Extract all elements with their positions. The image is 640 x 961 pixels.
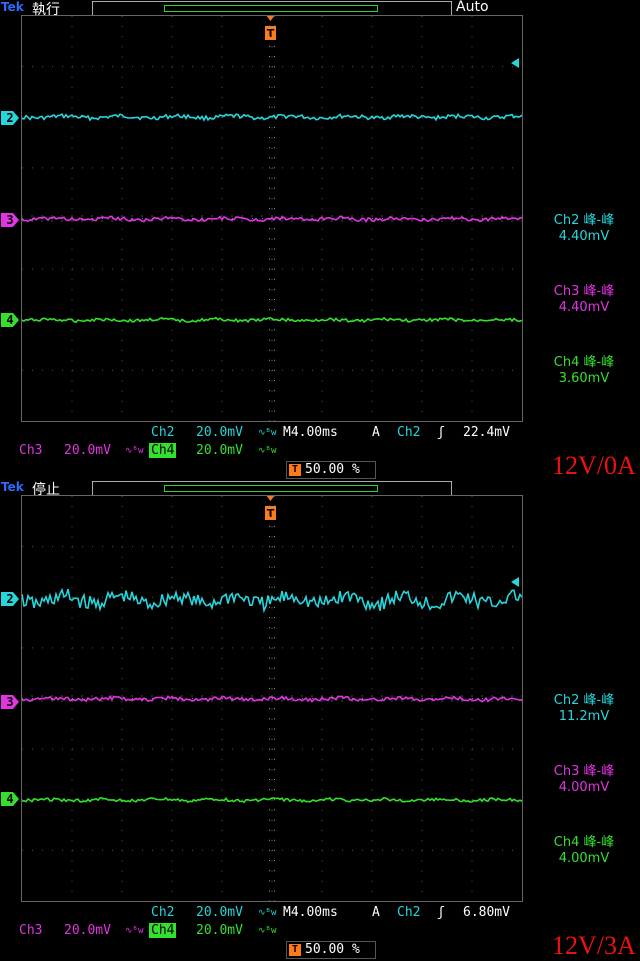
- ch4-trace: [22, 316, 522, 324]
- scope-panel-bottom: Tek 停止 T 2 3 4 Ch2 峰-峰 11.2mV Ch3 峰-峰 4.…: [0, 480, 640, 960]
- measurement-ch4: Ch4 峰-峰 4.00mV: [553, 835, 615, 866]
- ch3-label[interactable]: Ch3: [19, 443, 42, 458]
- trigger-type[interactable]: A: [372, 425, 380, 440]
- ch4-marker[interactable]: 4: [1, 313, 19, 327]
- trigger-position-value: 50.00 %: [305, 462, 360, 477]
- trigger-level[interactable]: 22.4mV: [463, 425, 510, 440]
- record-timeline[interactable]: [92, 481, 452, 496]
- condition-label: 12V/3A: [552, 931, 636, 960]
- coupling-icon: ∿ᴮw: [258, 908, 277, 918]
- status-row-2: Ch3 20.0mV ∿ᴮw Ch4 20.0mV ∿ᴮw: [0, 923, 530, 940]
- ch4-scale[interactable]: 20.0mV: [196, 443, 243, 458]
- trigger-position-readout[interactable]: T 50.00 %: [286, 461, 376, 479]
- ch3-label[interactable]: Ch3: [19, 923, 42, 938]
- timeline-window[interactable]: [164, 485, 378, 492]
- trigger-position-icon: T: [289, 944, 301, 956]
- ch2-label[interactable]: Ch2: [151, 425, 174, 440]
- brand-logo: Tek: [1, 480, 24, 494]
- coupling-icon: ∿ᴮw: [258, 446, 277, 456]
- trigger-level[interactable]: 6.80mV: [463, 905, 510, 920]
- ch2-scale[interactable]: 20.0mV: [196, 905, 243, 920]
- coupling-icon: ∿ᴮw: [125, 446, 144, 456]
- condition-label: 12V/0A: [552, 451, 636, 480]
- ch3-marker[interactable]: 3: [1, 213, 19, 227]
- ch3-trace: [22, 694, 522, 703]
- measurement-ch2: Ch2 峰-峰 11.2mV: [553, 693, 615, 724]
- status-row-2: Ch3 20.0mV ∿ᴮw Ch4 20.0mV ∿ᴮw: [0, 443, 530, 460]
- waveform-graticule[interactable]: [21, 15, 523, 422]
- rising-edge-icon: ʃ: [437, 425, 445, 440]
- record-timeline[interactable]: [92, 1, 452, 16]
- ch2-trace: [22, 587, 522, 614]
- measurement-ch3: Ch3 峰-峰 4.00mV: [553, 764, 615, 795]
- trigger-level-arrow-icon[interactable]: [511, 58, 519, 68]
- ch2-marker[interactable]: 2: [1, 111, 19, 125]
- ch4-label[interactable]: Ch4: [149, 923, 177, 938]
- trigger-source[interactable]: Ch2: [397, 425, 420, 440]
- waveforms-svg: [22, 112, 522, 324]
- ch3-scale[interactable]: 20.0mV: [64, 443, 111, 458]
- waveforms-svg: [22, 587, 522, 804]
- ch3-marker[interactable]: 3: [1, 695, 19, 709]
- waveform-graticule[interactable]: [21, 495, 523, 902]
- ch2-scale[interactable]: 20.0mV: [196, 425, 243, 440]
- ch3-scale[interactable]: 20.0mV: [64, 923, 111, 938]
- ch2-label[interactable]: Ch2: [151, 905, 174, 920]
- ch4-marker[interactable]: 4: [1, 792, 19, 806]
- ch4-scale[interactable]: 20.0mV: [196, 923, 243, 938]
- trigger-source[interactable]: Ch2: [397, 905, 420, 920]
- ch3-trace: [22, 215, 522, 223]
- timebase[interactable]: M4.00ms: [283, 905, 338, 920]
- status-row-1: Ch2 20.0mV ∿ᴮw M4.00ms A Ch2 ʃ 22.4mV: [0, 425, 530, 442]
- ch4-label[interactable]: Ch4: [149, 443, 177, 458]
- trigger-mode[interactable]: Auto: [456, 0, 489, 15]
- trigger-level-arrow-icon[interactable]: [511, 577, 519, 587]
- status-row-1: Ch2 20.0mV ∿ᴮw M4.00ms A Ch2 ʃ 6.80mV: [0, 905, 530, 922]
- brand-logo: Tek: [1, 0, 24, 14]
- measurement-ch2: Ch2 峰-峰 4.40mV: [553, 213, 615, 244]
- trigger-position-icon: T: [289, 464, 301, 476]
- measurement-ch3: Ch3 峰-峰 4.40mV: [553, 284, 615, 315]
- trigger-position-value: 50.00 %: [305, 942, 360, 957]
- ch2-trace: [22, 112, 522, 122]
- timeline-window[interactable]: [164, 5, 378, 12]
- trigger-position-readout[interactable]: T 50.00 %: [286, 941, 376, 959]
- measurement-ch4: Ch4 峰-峰 3.60mV: [553, 355, 615, 386]
- ch4-trace: [22, 796, 522, 804]
- rising-edge-icon: ʃ: [437, 905, 445, 920]
- coupling-icon: ∿ᴮw: [125, 926, 144, 936]
- timebase[interactable]: M4.00ms: [283, 425, 338, 440]
- coupling-icon: ∿ᴮw: [258, 428, 277, 438]
- ch2-marker[interactable]: 2: [1, 592, 19, 606]
- scope-panel-top: Tek 執行 Auto T 2 3 4 Ch2 峰-峰 4.40mV Ch3 峰…: [0, 0, 640, 480]
- trigger-type[interactable]: A: [372, 905, 380, 920]
- coupling-icon: ∿ᴮw: [258, 926, 277, 936]
